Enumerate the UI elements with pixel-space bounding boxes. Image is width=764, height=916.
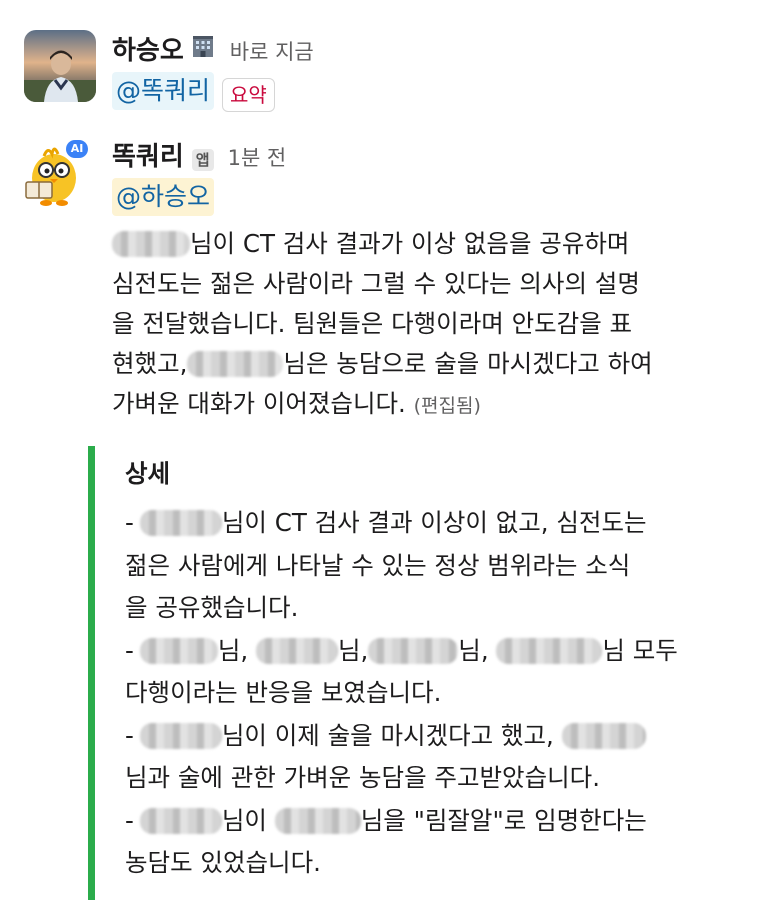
avatar-hasungo[interactable] <box>24 30 96 102</box>
redacted-name <box>139 807 222 834</box>
list-item: - 님, 님, 님, 님 모두 <box>125 635 678 665</box>
redacted-name <box>496 637 603 664</box>
sender-name[interactable]: 똑쿼리 <box>112 136 184 173</box>
sender-name[interactable]: 하승오 <box>112 30 184 67</box>
detail-quote-block: 상세 - 님이 CT 검사 결과 이상이 없고, 심전도는 젊은 사람에게 나타날… <box>88 446 729 900</box>
list-item: - 님이 CT 검사 결과 이상이 없고, 심전도는 <box>125 508 647 537</box>
list-item: - 님이 님을 "림잘알"로 임명한다는 <box>125 805 647 835</box>
redacted-name <box>187 351 284 377</box>
redacted-name <box>112 231 190 257</box>
building-icon <box>190 33 216 63</box>
redacted-name <box>139 510 222 536</box>
mention-tag[interactable]: @하승오 <box>112 178 215 216</box>
detail-heading: 상세 <box>125 459 171 488</box>
redacted-name <box>274 807 361 834</box>
app-badge: 앱 <box>191 149 214 171</box>
timestamp[interactable]: 1분 전 <box>228 142 287 172</box>
summary-button[interactable]: 요약 <box>222 77 275 112</box>
redacted-name <box>139 722 222 749</box>
detail-list: - 님이 CT 검사 결과 이상이 없고, 심전도는 젊은 사람에게 나타날 수 … <box>125 502 729 885</box>
edited-label: (편집됨) <box>413 395 481 417</box>
redacted-name <box>139 637 218 664</box>
redacted-name <box>561 722 646 749</box>
ai-badge-icon: AI <box>66 140 88 158</box>
avatar-ttokquery-bot[interactable]: AI <box>24 136 88 208</box>
list-item: - 님이 이제 술을 마시겠다고 했고, <box>125 715 729 758</box>
mention-tag[interactable]: @똑쿼리 <box>112 72 215 110</box>
message-hasungo: 하승오 바로 지금 @똑쿼리 요약 <box>24 30 764 112</box>
message-body: 님이 CT 검사 결과가 이상 없음을 공유하며 심전도는 젊은 사람이라 그럴… <box>112 229 653 418</box>
redacted-name <box>368 637 459 664</box>
timestamp[interactable]: 바로 지금 <box>230 36 314 66</box>
redacted-name <box>255 637 338 664</box>
